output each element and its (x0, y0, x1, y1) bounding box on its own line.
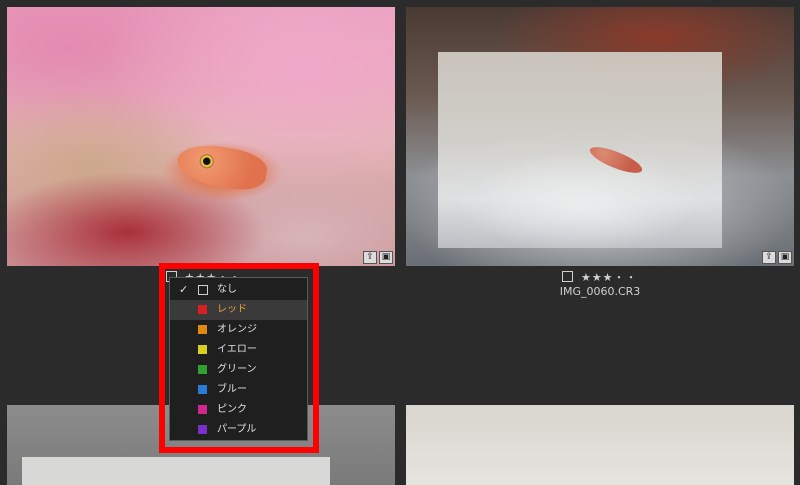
menu-item-label: ブルー (217, 384, 247, 395)
yellow-swatch-icon (198, 345, 207, 354)
menu-item-label: ピンク (217, 404, 247, 415)
menu-item-orange[interactable]: オレンジ (170, 320, 307, 340)
photo-filename: IMG_0060.CR3 (559, 285, 641, 298)
photo-thumbnail[interactable]: ⇪ ▣ (406, 7, 794, 266)
photo-thumbnail[interactable] (406, 405, 794, 485)
pink-swatch-icon (198, 405, 207, 414)
star-rating[interactable]: ★★★・・ (581, 271, 638, 284)
purple-swatch-icon (198, 425, 207, 434)
crop-area (438, 52, 722, 248)
color-label-menu[interactable]: ✓ なし レッド オレンジ イエロー グリーン ブルー ピンク パープル (169, 277, 308, 441)
empty-swatch-icon (198, 285, 208, 295)
fish-subject (587, 142, 645, 178)
photo-2-rating[interactable]: ★★★・・ (406, 269, 794, 285)
menu-item-none[interactable]: ✓ なし (170, 280, 307, 300)
frame-icon[interactable]: ▣ (379, 251, 393, 264)
menu-item-green[interactable]: グリーン (170, 360, 307, 380)
label-checkbox[interactable] (562, 271, 574, 282)
green-swatch-icon (198, 365, 207, 374)
menu-item-blue[interactable]: ブルー (170, 380, 307, 400)
menu-item-label: なし (217, 284, 237, 295)
menu-item-label: パープル (217, 424, 257, 435)
menu-item-red[interactable]: レッド (170, 300, 307, 320)
menu-item-pink[interactable]: ピンク (170, 400, 307, 420)
red-swatch-icon (198, 305, 207, 314)
fish-subject (174, 139, 270, 195)
check-icon: ✓ (179, 283, 189, 296)
thumbnail-overlay-icons: ⇪ ▣ (762, 251, 792, 264)
export-icon[interactable]: ⇪ (762, 251, 776, 264)
menu-item-purple[interactable]: パープル (170, 420, 307, 440)
thumbnail-overlay-icons: ⇪ ▣ (363, 251, 393, 264)
menu-item-label: レッド (217, 304, 247, 315)
menu-item-yellow[interactable]: イエロー (170, 340, 307, 360)
frame-icon[interactable]: ▣ (778, 251, 792, 264)
photo-thumbnail[interactable]: ⇪ ▣ (7, 7, 395, 266)
menu-item-label: イエロー (217, 344, 257, 355)
orange-swatch-icon (198, 325, 207, 334)
menu-item-label: グリーン (217, 364, 257, 375)
blue-swatch-icon (198, 385, 207, 394)
photo-content (22, 457, 330, 485)
fish-eye (198, 153, 215, 170)
menu-item-label: オレンジ (217, 324, 257, 335)
export-icon[interactable]: ⇪ (363, 251, 377, 264)
